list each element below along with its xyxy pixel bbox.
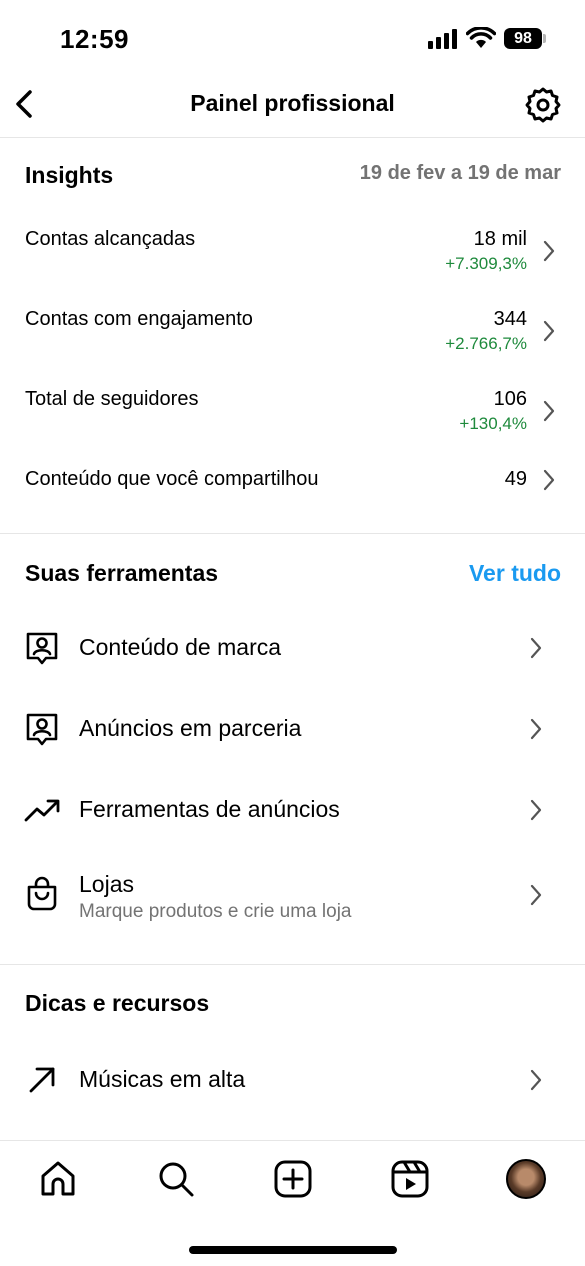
home-indicator bbox=[189, 1246, 397, 1254]
arrow-up-right-icon bbox=[29, 1067, 55, 1093]
tool-label: Músicas em alta bbox=[79, 1066, 246, 1092]
home-icon[interactable] bbox=[38, 1159, 78, 1199]
tool-subtitle: Marque produtos e crie uma loja bbox=[79, 901, 352, 922]
metric-value: 344 bbox=[493, 308, 527, 330]
divider bbox=[0, 964, 585, 965]
tool-shops[interactable]: Lojas Marque produtos e crie uma loja bbox=[0, 866, 585, 928]
gear-icon[interactable] bbox=[524, 86, 562, 124]
cellular-signal-icon bbox=[428, 29, 457, 49]
app-header: Painel profissional bbox=[0, 78, 585, 138]
wifi-icon bbox=[466, 27, 496, 48]
tool-branded-content[interactable]: Conteúdo de marca bbox=[0, 618, 585, 678]
insights-title: Insights bbox=[25, 162, 114, 188]
status-bar: 12:59 98 bbox=[0, 0, 585, 78]
tip-trending-music[interactable]: Músicas em alta bbox=[0, 1050, 585, 1110]
metric-label: Contas com engajamento bbox=[25, 308, 253, 330]
metric-row-content-shared[interactable]: Conteúdo que você compartilhou 49 bbox=[0, 468, 585, 548]
metric-row-reached[interactable]: Contas alcançadas 18 mil +7.309,3% bbox=[0, 228, 585, 308]
page-title: Painel profissional bbox=[190, 90, 395, 116]
chevron-right-icon bbox=[530, 884, 542, 906]
tools-title: Suas ferramentas bbox=[25, 560, 219, 586]
metric-change: +7.309,3% bbox=[445, 254, 527, 273]
tips-title: Dicas e recursos bbox=[25, 990, 210, 1016]
metric-value: 49 bbox=[504, 468, 527, 490]
chevron-right-icon bbox=[530, 799, 542, 821]
status-time: 12:59 bbox=[60, 24, 129, 54]
metric-value: 18 mil bbox=[473, 228, 527, 250]
tool-ads-tools[interactable]: Ferramentas de anúncios bbox=[0, 780, 585, 840]
metric-value: 106 bbox=[493, 388, 527, 410]
metric-change: +2.766,7% bbox=[445, 334, 527, 353]
metric-label: Conteúdo que você compartilhou bbox=[25, 468, 319, 490]
tool-label: Conteúdo de marca bbox=[79, 634, 282, 660]
create-post-icon[interactable] bbox=[273, 1159, 313, 1199]
tool-label: Anúncios em parceria bbox=[79, 715, 302, 741]
metric-row-followers[interactable]: Total de seguidores 106 +130,4% bbox=[0, 388, 585, 468]
chevron-right-icon bbox=[543, 240, 555, 262]
see-all-link[interactable]: Ver tudo bbox=[469, 560, 561, 587]
chevron-right-icon bbox=[543, 400, 555, 422]
reels-icon[interactable] bbox=[390, 1159, 430, 1199]
battery-indicator: 98 bbox=[504, 28, 542, 49]
chevron-right-icon bbox=[530, 1069, 542, 1091]
tool-label: Ferramentas de anúncios bbox=[79, 796, 340, 822]
metric-label: Contas alcançadas bbox=[25, 228, 196, 250]
tool-label: Lojas bbox=[79, 871, 134, 897]
partnership-ads-icon bbox=[26, 713, 58, 746]
shopping-bag-icon bbox=[27, 876, 57, 911]
metric-row-engaged[interactable]: Contas com engajamento 344 +2.766,7% bbox=[0, 308, 585, 388]
tool-partnership-ads[interactable]: Anúncios em parceria bbox=[0, 699, 585, 759]
insights-date-range[interactable]: 19 de fev a 19 de mar bbox=[360, 162, 561, 185]
trending-up-icon bbox=[24, 799, 60, 822]
profile-avatar[interactable] bbox=[506, 1159, 546, 1199]
metric-label: Total de seguidores bbox=[25, 388, 199, 410]
divider bbox=[0, 533, 585, 534]
search-icon[interactable] bbox=[156, 1159, 196, 1199]
chevron-right-icon bbox=[530, 637, 542, 659]
metric-change: +130,4% bbox=[459, 414, 527, 433]
battery-tip bbox=[543, 34, 546, 43]
branded-content-icon bbox=[26, 632, 58, 665]
chevron-right-icon bbox=[530, 718, 542, 740]
chevron-right-icon bbox=[543, 469, 555, 491]
chevron-right-icon bbox=[543, 320, 555, 342]
